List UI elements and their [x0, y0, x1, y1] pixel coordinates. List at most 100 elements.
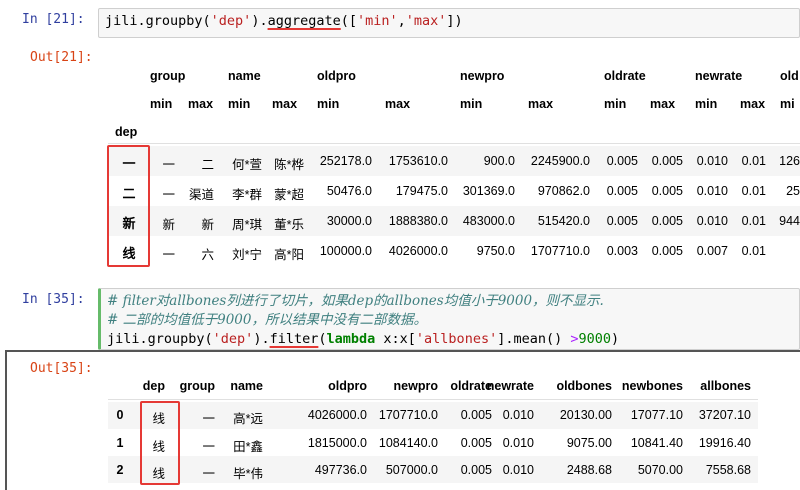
table-cell: 7558.68 — [705, 463, 751, 477]
table-cell: 一 — [162, 158, 175, 172]
table-cell: 37207.10 — [698, 408, 751, 422]
out-prompt-21: Out[21]: — [30, 50, 93, 65]
table-cell: 0.010 — [696, 184, 728, 198]
table-cell: 1888380.0 — [388, 214, 448, 228]
sub-header: max — [272, 97, 298, 111]
table-cell: 0.005 — [606, 154, 638, 168]
row-index: 1 — [116, 436, 124, 450]
table-cell: 0.010 — [696, 214, 728, 228]
column-header: oldbones — [556, 379, 612, 393]
table-cell: 0.010 — [696, 154, 728, 168]
sub-header: max — [528, 97, 554, 111]
table-cell: 0.010 — [502, 463, 534, 477]
table-cell: 0.007 — [696, 244, 728, 258]
col-newpro: newpro — [460, 69, 505, 83]
sub-header: max — [650, 97, 676, 111]
table-cell: 0.01 — [741, 184, 766, 198]
table-cell: 1707710.0 — [378, 408, 438, 422]
table-cell: 497736.0 — [314, 463, 367, 477]
table-cell: 179475.0 — [395, 184, 448, 198]
table-cell: 一 — [202, 440, 215, 454]
table-cell: 何*萱 — [232, 158, 262, 172]
table-cell: 5070.00 — [637, 463, 683, 477]
col-oldpro: oldpro — [317, 69, 356, 83]
table-cell: 0.01 — [741, 244, 766, 258]
table-cell: 高*远 — [233, 412, 263, 426]
table-cell: 董*乐 — [274, 218, 304, 232]
row-index: 2 — [116, 463, 124, 477]
sub-header: max — [188, 97, 214, 111]
table-cell: 0.005 — [606, 184, 638, 198]
table-cell: 渠道 — [188, 188, 214, 202]
table-cell: 17077.10 — [630, 408, 683, 422]
table-cell: 4026000.0 — [388, 244, 448, 258]
table-cell: 1084140.0 — [378, 436, 438, 450]
column-header: newbones — [621, 379, 683, 393]
table-cell: 1753610.0 — [388, 154, 448, 168]
table-cell: 毕*伟 — [233, 467, 263, 481]
in-prompt-21: In [21]: — [22, 12, 85, 27]
table-cell: 0.005 — [460, 436, 492, 450]
table-cell: 新 — [201, 218, 214, 232]
column-header: allbones — [700, 379, 751, 393]
table-cell: 20130.00 — [559, 408, 612, 422]
sub-header: max — [385, 97, 411, 111]
table-cell: 六 — [201, 248, 214, 262]
table-cell: 0.010 — [502, 436, 534, 450]
table-cell: 515420.0 — [537, 214, 590, 228]
table-cell: 1707710.0 — [530, 244, 590, 258]
table-cell: 0.003 — [606, 244, 638, 258]
aggregate-method: aggregate — [267, 13, 341, 29]
table-cell: 9075.00 — [566, 436, 612, 450]
sub-header: min — [228, 97, 251, 111]
table-cell: 19916.40 — [698, 436, 751, 450]
table-cell: 0.005 — [651, 214, 683, 228]
column-header: newrate — [486, 379, 534, 393]
index-name: dep — [115, 125, 138, 139]
col-name: name — [228, 69, 261, 83]
col-oldrate: oldrate — [604, 69, 646, 83]
code-cell-35[interactable]: # filter对allbones列进行了切片，如果dep的allbones均值… — [98, 288, 800, 350]
table-cell: 蒙*超 — [274, 188, 304, 202]
header-divider — [108, 399, 758, 400]
table-cell: 一 — [202, 412, 215, 426]
table-cell: 0.01 — [741, 214, 766, 228]
code-comment-1: # filter对allbones列进行了切片，如果dep的allbones均值… — [107, 293, 604, 309]
table-cell: 970862.0 — [537, 184, 590, 198]
table-cell: 944 — [779, 214, 800, 228]
table-cell: 一 — [162, 248, 175, 262]
table-cell: 0.01 — [741, 154, 766, 168]
table-cell: 一 — [202, 467, 215, 481]
table-cell: 0.005 — [651, 244, 683, 258]
table-cell: 0.005 — [606, 214, 638, 228]
table-cell: 50476.0 — [326, 184, 372, 198]
col-newrate: newrate — [695, 69, 743, 83]
sub-header: min — [604, 97, 627, 111]
table-cell: 100000.0 — [319, 244, 372, 258]
table-cell: 0.005 — [651, 154, 683, 168]
table-cell: 高*阳 — [274, 248, 304, 262]
code-comment-2: # 二部的均值低于9000，所以结果中没有二部数据。 — [107, 312, 427, 328]
table-cell: 4026000.0 — [307, 408, 367, 422]
sub-header: min — [317, 97, 340, 111]
table-cell: 9750.0 — [476, 244, 515, 258]
table-cell: 2488.68 — [566, 463, 612, 477]
column-header: name — [230, 379, 263, 393]
table-cell: 周*琪 — [232, 218, 262, 232]
table-cell: 30000.0 — [326, 214, 372, 228]
column-header: oldpro — [328, 379, 367, 393]
table-cell: 900.0 — [483, 154, 515, 168]
table-cell: 0.010 — [502, 408, 534, 422]
column-header: dep — [142, 379, 165, 393]
dep-highlight-box — [140, 401, 180, 485]
sub-header: min — [695, 97, 718, 111]
col-group: group — [150, 69, 186, 83]
out-prompt-35: Out[35]: — [30, 361, 93, 376]
table-cell: 483000.0 — [462, 214, 515, 228]
table-cell: 507000.0 — [385, 463, 438, 477]
table-cell: 252178.0 — [319, 154, 372, 168]
column-header: oldrate — [450, 379, 492, 393]
table-cell: 田*鑫 — [233, 440, 263, 454]
column-header: group — [179, 379, 215, 393]
code-cell-21[interactable]: jili.groupby('dep').aggregate(['min','ma… — [98, 8, 800, 38]
